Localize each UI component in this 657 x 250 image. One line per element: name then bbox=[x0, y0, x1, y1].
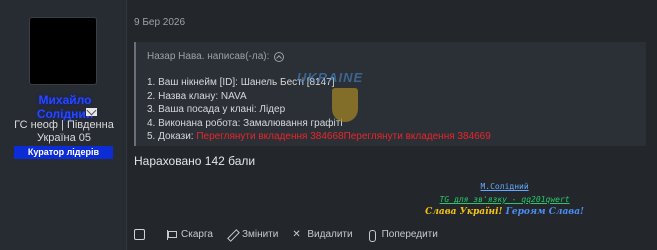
post-body: Нараховано 142 бали bbox=[134, 154, 256, 168]
delete-label: Видалити bbox=[307, 229, 353, 240]
quote-author[interactable]: Назар Нава. написав(-ла): bbox=[147, 51, 269, 62]
pencil-icon bbox=[227, 230, 237, 240]
evidence-label: 5. Докази: bbox=[147, 131, 197, 142]
flag-icon bbox=[166, 229, 177, 240]
quote-item: 2. Назва клану: NAVA bbox=[147, 90, 247, 102]
edit-label: Змінити bbox=[241, 229, 279, 240]
edit-button[interactable]: Змінити bbox=[227, 229, 278, 240]
warn-label: Попередити bbox=[381, 229, 438, 240]
role-badge: Куратор лідерів bbox=[14, 146, 113, 159]
slogan-part-2: Героям Слава! bbox=[505, 207, 584, 217]
report-button[interactable]: Скарга bbox=[166, 229, 213, 240]
post-actions: Скарга Змінити Видалити Попередити bbox=[134, 229, 452, 242]
warning-icon bbox=[367, 229, 377, 242]
report-label: Скарга bbox=[181, 229, 213, 240]
quote-block: Назар Нава. написав(-ла): 1. Ваш нікнейм… bbox=[134, 42, 646, 146]
author-title: ГС неоф | Південна Україна 05 bbox=[14, 119, 114, 144]
arrow-up-circle-icon[interactable] bbox=[274, 51, 285, 62]
warn-button[interactable]: Попередити bbox=[367, 229, 438, 242]
delete-button[interactable]: Видалити bbox=[292, 229, 353, 241]
quote-list: 1. Ваш нікнейм [ID]: Шанель Бесті [8147]… bbox=[147, 76, 491, 144]
forum-post: Михайло Солідний ГС неоф | Південна Укра… bbox=[0, 0, 657, 250]
quote-header[interactable]: Назар Нава. написав(-ла): bbox=[147, 51, 285, 62]
envelope-icon[interactable] bbox=[86, 108, 97, 116]
signature-slogan: Слава Україні! Героям Слава! bbox=[425, 206, 584, 219]
select-checkbox[interactable] bbox=[134, 229, 145, 240]
post-date[interactable]: 9 Бер 2026 bbox=[134, 17, 185, 28]
quote-item: 4. Виконана робота: Замалювання графіті bbox=[147, 117, 343, 129]
author-name[interactable]: Михайло Солідний bbox=[20, 93, 110, 121]
close-icon bbox=[292, 229, 302, 240]
attachment-link-1[interactable]: Переглянути вкладення 384668 bbox=[196, 131, 343, 142]
slogan-part-1: Слава Україні! bbox=[425, 207, 503, 217]
attachment-link-2[interactable]: Переглянути вкладення 384669 bbox=[344, 131, 491, 142]
signature-name[interactable]: М.Солідний bbox=[425, 180, 584, 193]
quote-item: 1. Ваш нікнейм [ID]: Шанель Бесті [8147] bbox=[147, 77, 335, 88]
quote-item: 5. Докази: Переглянути вкладення 384668П… bbox=[147, 130, 491, 144]
signature: М.Солідний TG для зв'язку - qq201qwert С… bbox=[425, 180, 584, 219]
avatar[interactable] bbox=[29, 17, 97, 85]
author-panel: Михайло Солідний ГС неоф | Південна Укра… bbox=[0, 0, 127, 250]
quote-item: 3. Ваша посада у клані: Лідер bbox=[147, 104, 286, 115]
signature-contact[interactable]: TG для зв'язку - qq201qwert bbox=[425, 193, 584, 206]
